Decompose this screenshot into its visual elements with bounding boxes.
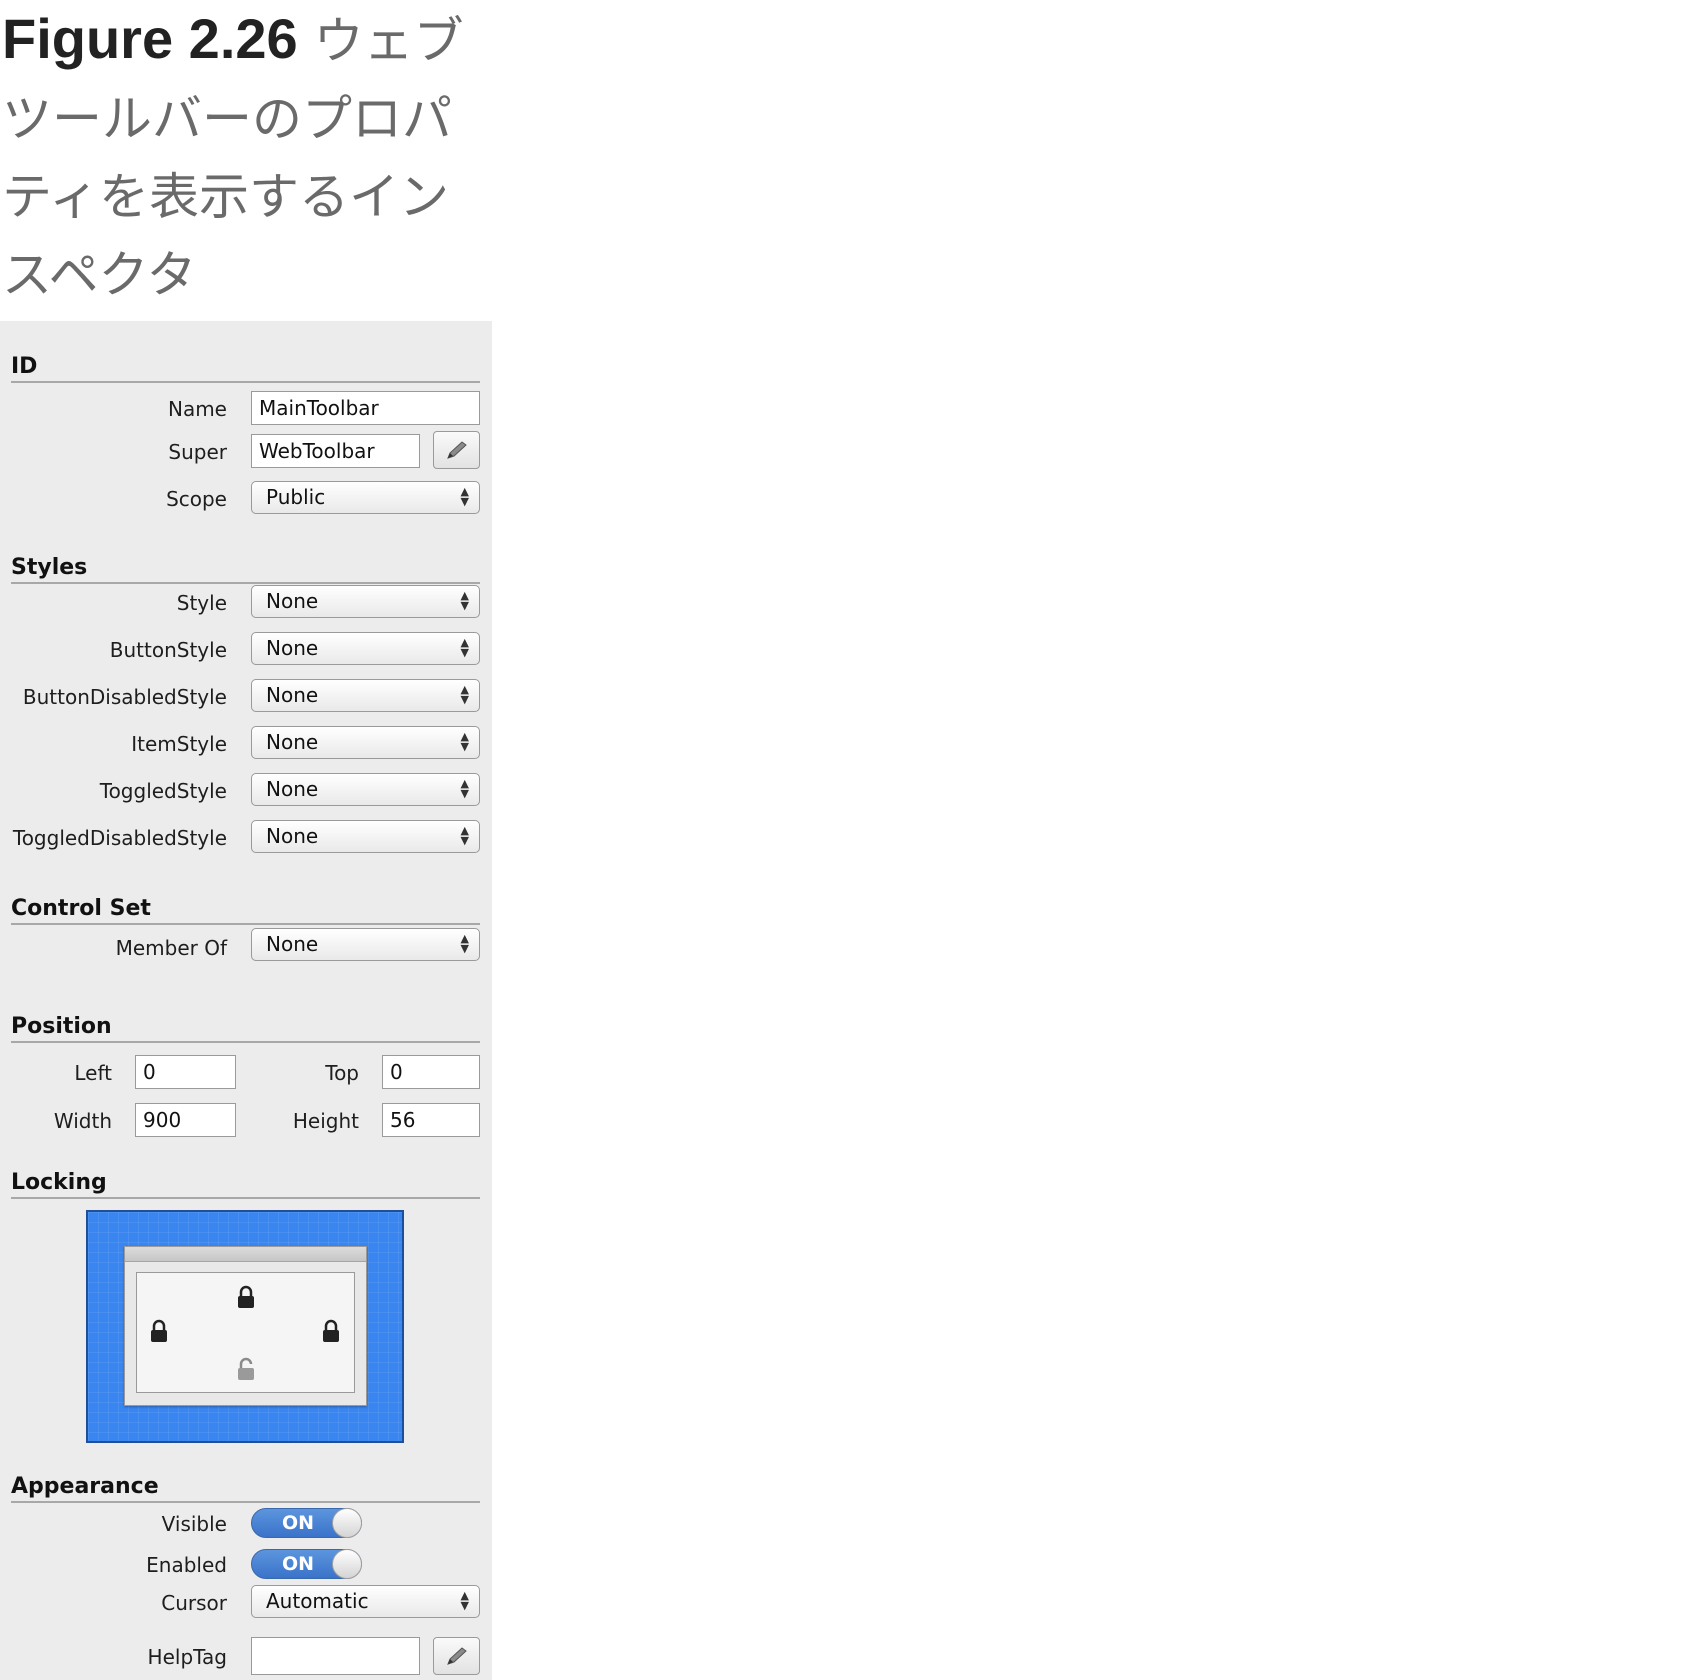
super-label: Super — [168, 440, 227, 464]
up-down-arrows-icon: ▲ ▼ — [460, 636, 469, 659]
window-title-bar — [125, 1247, 366, 1262]
buttonstyle-popup[interactable]: None ▲ ▼ — [251, 632, 480, 665]
member-of-value: None — [266, 932, 319, 956]
toggleddisabledstyle-popup[interactable]: None ▲ ▼ — [251, 820, 480, 853]
up-down-arrows-icon: ▲ ▼ — [460, 932, 469, 955]
itemstyle-value: None — [266, 730, 319, 754]
lock-left-icon[interactable] — [149, 1319, 169, 1343]
section-styles-header: Styles — [11, 548, 480, 584]
section-id-header: ID — [11, 347, 480, 383]
figure-label: Figure 2.26 — [2, 7, 298, 70]
locking-diagram — [86, 1210, 404, 1443]
top-field[interactable]: 0 — [382, 1055, 480, 1089]
buttonstyle-value: None — [266, 636, 319, 660]
toggleddisabledstyle-label: ToggledDisabledStyle — [12, 826, 227, 850]
top-label: Top — [325, 1061, 359, 1085]
name-label: Name — [167, 397, 227, 421]
up-down-arrows-icon: ▲ ▼ — [460, 824, 469, 847]
style-value: None — [266, 589, 319, 613]
toggledstyle-popup[interactable]: None ▲ ▼ — [251, 773, 480, 806]
up-down-arrows-icon: ▲ ▼ — [460, 777, 469, 800]
scope-popup[interactable]: Public ▲ ▼ — [251, 481, 480, 514]
toggleddisabledstyle-value: None — [266, 824, 319, 848]
cursor-popup[interactable]: Automatic ▲ ▼ — [251, 1585, 480, 1618]
buttondisabledstyle-value: None — [266, 683, 319, 707]
itemstyle-popup[interactable]: None ▲ ▼ — [251, 726, 480, 759]
style-label: Style — [176, 591, 227, 615]
super-edit-button[interactable] — [433, 431, 480, 469]
up-down-arrows-icon: ▲ ▼ — [460, 683, 469, 706]
up-down-arrows-icon: ▲ ▼ — [460, 589, 469, 612]
scope-label: Scope — [166, 487, 227, 511]
figure-caption: Figure 2.26 ウェブツールバーのプロパティを表示するインスペクタ — [2, 0, 482, 314]
buttonstyle-label: ButtonStyle — [109, 638, 227, 662]
cursor-label: Cursor — [161, 1591, 227, 1615]
buttondisabledstyle-popup[interactable]: None ▲ ▼ — [251, 679, 480, 712]
helptag-edit-button[interactable] — [433, 1637, 480, 1675]
section-id-title: ID — [11, 354, 38, 379]
toggledstyle-label: ToggledStyle — [99, 779, 227, 803]
toggle-knob — [332, 1508, 362, 1538]
section-control-set-header: Control Set — [11, 889, 480, 925]
super-field[interactable]: WebToolbar — [251, 434, 420, 468]
itemstyle-label: ItemStyle — [131, 732, 227, 756]
section-locking-title: Locking — [11, 1170, 107, 1195]
width-label: Width — [53, 1109, 112, 1133]
section-styles-title: Styles — [11, 555, 88, 580]
lock-top-icon[interactable] — [236, 1285, 256, 1309]
buttondisabledstyle-label: ButtonDisabledStyle — [22, 685, 227, 709]
visible-toggle[interactable]: ON — [251, 1508, 362, 1538]
scope-value: Public — [266, 485, 326, 509]
left-field[interactable]: 0 — [135, 1055, 236, 1089]
member-of-popup[interactable]: None ▲ ▼ — [251, 928, 480, 961]
section-control-set-title: Control Set — [11, 896, 151, 921]
locking-window-preview — [124, 1246, 367, 1406]
height-label: Height — [292, 1109, 359, 1133]
section-locking-header: Locking — [11, 1163, 480, 1199]
left-label: Left — [74, 1061, 112, 1085]
name-field[interactable]: MainToolbar — [251, 391, 480, 425]
width-field[interactable]: 900 — [135, 1103, 236, 1137]
enabled-label: Enabled — [146, 1553, 227, 1577]
enabled-toggle[interactable]: ON — [251, 1549, 362, 1579]
up-down-arrows-icon: ▲ ▼ — [460, 730, 469, 753]
visible-label: Visible — [161, 1512, 227, 1536]
enabled-toggle-state: ON — [282, 1553, 315, 1575]
up-down-arrows-icon: ▲ ▼ — [460, 1589, 469, 1612]
style-popup[interactable]: None ▲ ▼ — [251, 585, 480, 618]
cursor-value: Automatic — [266, 1589, 369, 1613]
member-of-label: Member Of — [115, 936, 227, 960]
toggledstyle-value: None — [266, 777, 319, 801]
window-content-area — [136, 1272, 355, 1393]
pencil-icon — [447, 1647, 467, 1665]
section-position-header: Position — [11, 1007, 480, 1043]
visible-toggle-state: ON — [282, 1512, 315, 1534]
lock-right-icon[interactable] — [321, 1319, 341, 1343]
pencil-icon — [447, 441, 467, 459]
helptag-field[interactable] — [251, 1637, 420, 1675]
section-position-title: Position — [11, 1014, 112, 1039]
toggle-knob — [332, 1549, 362, 1579]
helptag-label: HelpTag — [147, 1645, 227, 1669]
unlock-bottom-icon[interactable] — [236, 1357, 256, 1381]
section-appearance-header: Appearance — [11, 1467, 480, 1503]
height-field[interactable]: 56 — [382, 1103, 480, 1137]
section-appearance-title: Appearance — [11, 1474, 159, 1499]
inspector-panel: ID Name MainToolbar Super WebToolbar Sco… — [0, 321, 492, 1680]
up-down-arrows-icon: ▲ ▼ — [460, 485, 469, 508]
